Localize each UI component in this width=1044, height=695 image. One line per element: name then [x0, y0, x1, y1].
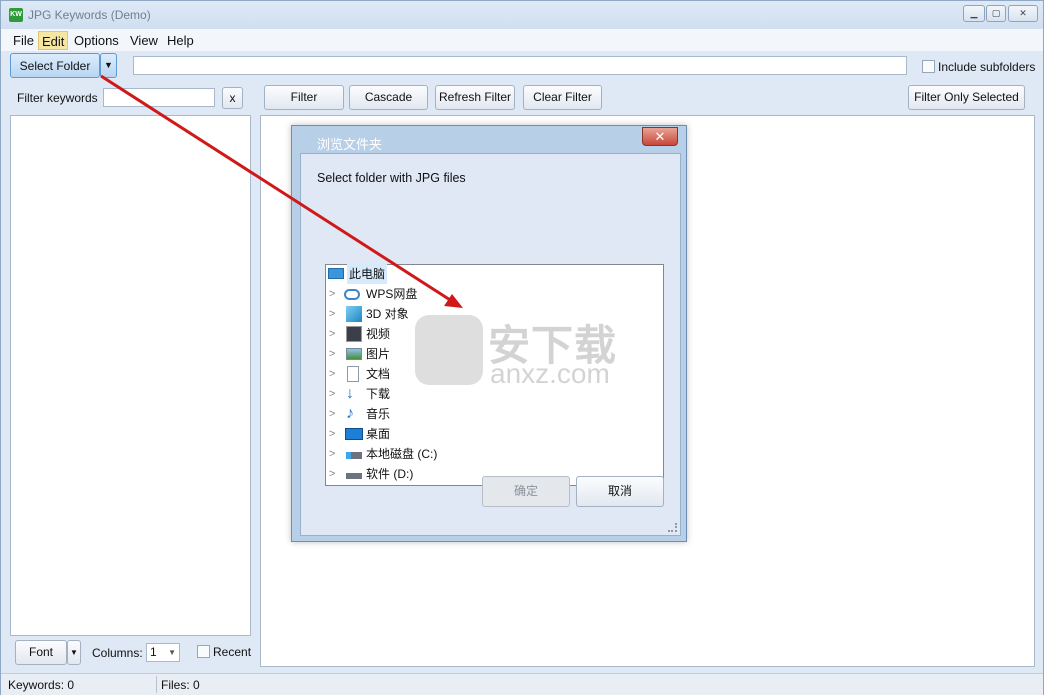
clear-filter-button[interactable]: Clear Filter — [523, 85, 602, 110]
menu-file[interactable]: File — [10, 31, 37, 50]
select-folder-button[interactable]: Select Folder — [10, 53, 100, 78]
filter-button[interactable]: Filter — [264, 85, 344, 110]
menu-help[interactable]: Help — [164, 31, 197, 50]
tree-item-label: 软件 (D:) — [366, 467, 414, 481]
resize-grip-icon[interactable] — [668, 523, 677, 532]
close-window-icon[interactable]: ✕ — [1008, 5, 1038, 22]
window-title: JPG Keywords (Demo) — [28, 8, 151, 22]
cancel-button[interactable]: 取消 — [576, 476, 664, 507]
music-note-icon: ♪ — [346, 405, 354, 422]
columns-value: 1 — [150, 645, 157, 659]
drive-icon — [346, 473, 362, 479]
watermark: 安下载 anxz.com — [412, 300, 637, 390]
tree-item-drive-c[interactable]: > 本地磁盘 (C:) — [326, 444, 466, 464]
filter-only-selected-button[interactable]: Filter Only Selected — [908, 85, 1025, 110]
desktop-icon — [345, 428, 363, 440]
dialog-close-icon[interactable]: ✕ — [642, 127, 678, 146]
film-icon — [346, 326, 362, 342]
tree-item-desktop[interactable]: > 桌面 — [326, 424, 446, 444]
cube-icon — [346, 306, 362, 322]
menu-bar: File Edit Options View Help — [1, 29, 1043, 51]
columns-label: Columns: — [92, 646, 143, 660]
select-folder-dropdown-icon[interactable]: ▼ — [100, 53, 117, 78]
chevron-right-icon: > — [329, 288, 336, 300]
tree-item-drive-d[interactable]: > 软件 (D:) — [326, 464, 466, 484]
recent-label: Recent — [213, 645, 252, 659]
chevron-right-icon: > — [329, 468, 336, 480]
cloud-icon — [344, 289, 360, 300]
menu-edit[interactable]: Edit — [38, 31, 69, 50]
font-button[interactable]: Font — [15, 640, 67, 665]
chevron-right-icon: > — [329, 308, 336, 320]
picture-icon — [346, 348, 362, 360]
tree-item-label: 文档 — [366, 367, 391, 381]
watermark-shield-icon — [415, 315, 483, 385]
chevron-down-icon: ▼ — [168, 648, 176, 657]
filter-keywords-label: Filter keywords — [17, 91, 98, 105]
tree-item-music[interactable]: > ♪ 音乐 — [326, 404, 446, 424]
tree-item-label: 下载 — [366, 387, 391, 401]
include-subfolders-label: Include subfolders — [938, 60, 1036, 74]
chevron-right-icon: > — [329, 348, 336, 360]
document-icon — [347, 366, 359, 382]
chevron-right-icon: > — [329, 328, 336, 340]
chevron-right-icon: > — [329, 428, 336, 440]
cascade-filter-button[interactable]: Cascade Filter — [349, 85, 428, 127]
tree-item-label: WPS网盘 — [366, 287, 418, 301]
minimize-icon[interactable]: ▁ — [963, 5, 985, 22]
tree-item-label: 3D 对象 — [366, 307, 409, 321]
tree-root-label: 此电脑 — [347, 264, 388, 284]
ok-button[interactable]: 确定 — [482, 476, 570, 507]
status-divider — [156, 676, 157, 693]
status-keywords: Keywords: 0 — [8, 678, 75, 692]
menu-view[interactable]: View — [127, 31, 161, 50]
status-files: Files: 0 — [161, 678, 200, 692]
tree-item-label: 视频 — [366, 327, 391, 341]
recent-checkbox[interactable] — [197, 645, 210, 658]
monitor-icon — [328, 268, 344, 279]
tree-item-label: 图片 — [366, 347, 391, 361]
include-subfolders-checkbox[interactable] — [922, 60, 935, 73]
status-bar: Keywords: 0 Files: 0 — [1, 673, 1043, 695]
dialog-title: 浏览文件夹 — [317, 137, 383, 152]
menu-options[interactable]: Options — [71, 31, 122, 50]
watermark-en: anxz.com — [490, 358, 610, 389]
tree-root-this-pc[interactable]: 此电脑 — [326, 264, 388, 284]
tree-item-label: 本地磁盘 (C:) — [366, 447, 438, 461]
download-arrow-icon: ↓ — [346, 385, 354, 402]
clear-filter-x-button[interactable]: x — [222, 87, 243, 109]
chevron-right-icon: > — [329, 448, 336, 460]
maximize-icon[interactable]: ▢ — [986, 5, 1006, 22]
tree-item-label: 桌面 — [366, 427, 391, 441]
chevron-right-icon: > — [329, 388, 336, 400]
tree-item-label: 音乐 — [366, 407, 391, 421]
app-logo-icon: KW — [9, 8, 23, 22]
folder-path-input[interactable] — [133, 56, 907, 75]
refresh-filter-button[interactable]: Refresh Filter — [435, 85, 515, 110]
dialog-prompt: Select folder with JPG files — [317, 171, 466, 185]
title-bar: KW JPG Keywords (Demo) ▁ ▢ ✕ — [1, 1, 1043, 29]
chevron-right-icon: > — [329, 368, 336, 380]
filter-keywords-input[interactable] — [103, 88, 215, 107]
chevron-right-icon: > — [329, 408, 336, 420]
drive-icon — [346, 452, 362, 459]
keywords-list[interactable] — [10, 115, 251, 636]
columns-select[interactable]: 1 ▼ — [146, 643, 180, 662]
font-dropdown-icon[interactable]: ▼ — [67, 640, 81, 665]
